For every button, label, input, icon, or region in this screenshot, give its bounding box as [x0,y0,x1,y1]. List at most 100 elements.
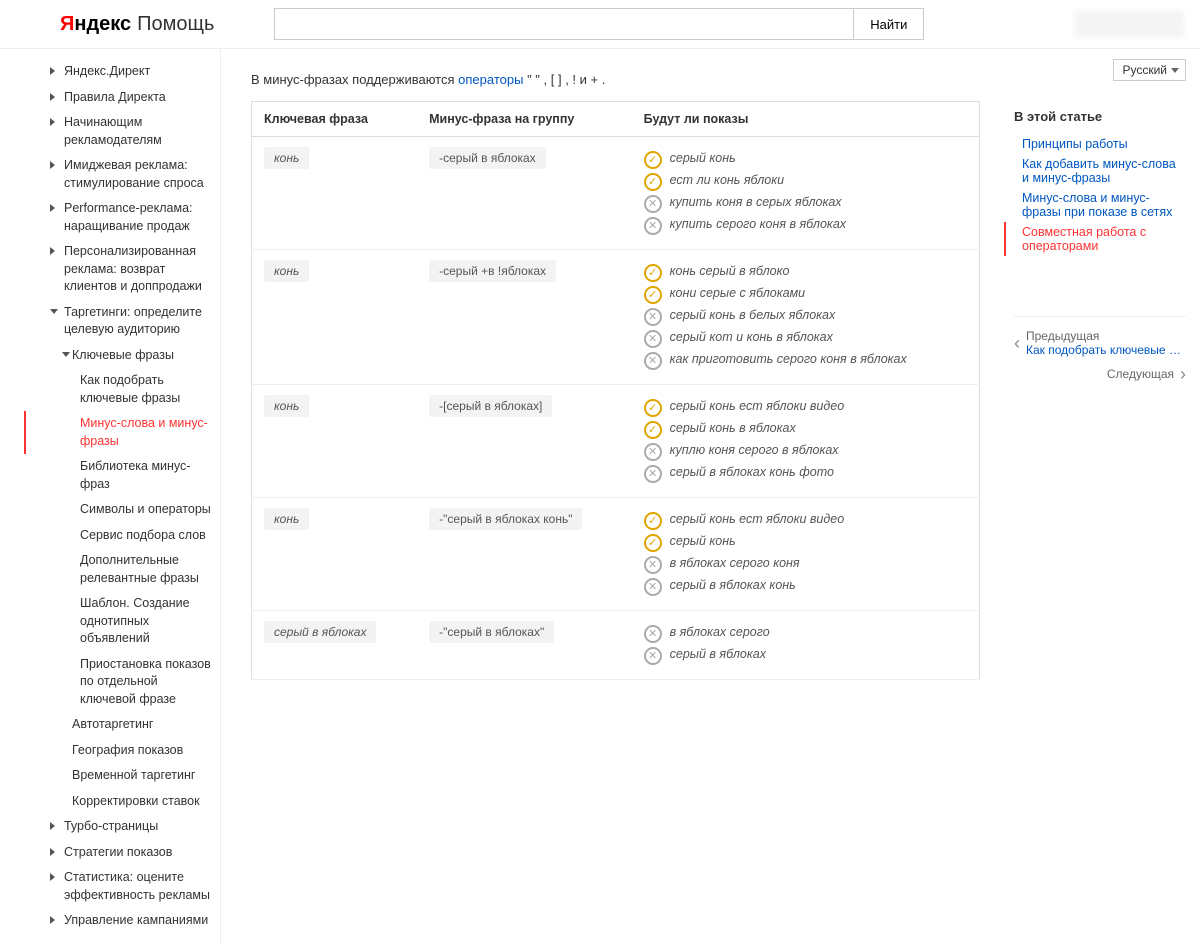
operators-link[interactable]: операторы [458,72,523,87]
result-line: ✓ серый конь [644,151,967,169]
result-line: ✕серый в яблоках [644,647,967,665]
table-header: Ключевая фраза [252,102,418,137]
sidebar-item[interactable]: Как подобрать ключевые фразы [74,368,220,411]
check-icon: ✓ [644,264,662,282]
sidebar-item[interactable]: Управление кампаниями [50,908,220,934]
sidebar-item[interactable]: Автотаргетинг [62,712,220,738]
minus-phrase-pill: -[серый в яблоках] [429,395,552,417]
sidebar-item[interactable]: Минус-слова и минус-фразы [74,411,220,454]
search-button[interactable]: Найти [854,8,924,40]
logo[interactable]: ЯндексПомощь [60,13,214,36]
header: ЯндексПомощь Найти [0,0,1200,49]
toc-link[interactable]: Как добавить минус-слова и минус-фразы [1014,154,1186,188]
check-icon: ✓ [644,286,662,304]
result-text: в яблоках серого [670,625,770,639]
sidebar-item[interactable]: Временной таргетинг [62,763,220,789]
pager: ‹ Предыдущая Как подобрать ключевые ф… С… [1014,316,1186,387]
table-row: конь-серый +в !яблоках✓конь серый в ябло… [252,250,980,385]
sidebar-item[interactable]: Дополнительные релевантные фразы [74,548,220,591]
operators-table: Ключевая фразаМинус-фраза на группуБудут… [251,101,980,680]
cross-icon: ✕ [644,308,662,326]
keyword-pill: конь [264,260,309,282]
result-line: ✕купить коня в серых яблоках [644,195,967,213]
sidebar-item[interactable]: Турбо-страницы [50,814,220,840]
sidebar-item[interactable]: Сервис подбора слов [74,523,220,549]
toc-title: В этой статье [1014,109,1186,124]
toc-link[interactable]: Минус-слова и минус-фразы при показе в с… [1014,188,1186,222]
result-text: конь серый в яблоко [670,264,790,278]
result-text: серый конь [670,534,736,548]
intro-suffix: " " , [ ] , ! и + . [523,72,605,87]
sidebar-item[interactable]: Шаблон. Создание однотипных объявлений [74,591,220,652]
result-text: купить коня в серых яблоках [670,195,842,209]
search-input[interactable] [274,8,854,40]
result-text: серый конь в яблоках [670,421,796,435]
table-row: серый в яблоках-"серый в яблоках"✕в ябло… [252,611,980,680]
sidebar-item[interactable]: Ключевые фразы [62,343,220,369]
result-line: ✓ серый конь [644,534,967,552]
intro-text: В минус-фразах поддерживаются операторы … [251,72,980,87]
minus-phrase-pill: -"серый в яблоках" [429,621,554,643]
result-line: ✓ серый конь ест яблоки видео [644,399,967,417]
check-icon: ✓ [644,151,662,169]
table-header: Будут ли показы [632,102,980,137]
result-text: ест ли конь яблоки [670,173,785,187]
sidebar-item[interactable]: Имиджевая реклама: стимулирование спроса [50,153,220,196]
result-text: серый в яблоках конь фото [670,465,834,479]
sidebar-item[interactable]: Таргетинги: определите целевую аудиторию [50,300,220,343]
logo-brand: ндекс [74,13,131,35]
result-text: серый конь ест яблоки видео [670,512,845,526]
user-avatar[interactable] [1074,10,1184,38]
result-text: серый конь [670,151,736,165]
check-icon: ✓ [644,421,662,439]
cross-icon: ✕ [644,556,662,574]
search: Найти [274,8,924,40]
sidebar-item[interactable]: Символы и операторы [74,497,220,523]
result-line: ✓ серый конь в яблоках [644,421,967,439]
sidebar-item[interactable]: Персонализированная реклама: возврат кли… [50,239,220,300]
sidebar-item[interactable]: Начинающим рекламодателям [50,110,220,153]
language-select[interactable]: Русский [1113,59,1186,81]
keyword-pill: конь [264,147,309,169]
check-icon: ✓ [644,534,662,552]
result-line: ✕ серый в яблоках конь фото [644,465,967,483]
result-text: как приготовить серого коня в яблоках [670,352,907,366]
keyword-pill: конь [264,395,309,417]
sidebar-item[interactable]: Статистика: оцените эффективность реклам… [50,865,220,908]
cross-icon: ✕ [644,352,662,370]
next-label: Следующая [1107,367,1174,381]
result-line: ✓ серый конь ест яблоки видео [644,512,967,530]
result-line: ✕купить серого коня в яблоках [644,217,967,235]
result-line: ✓ кони серые с яблоками [644,286,967,304]
result-text: серый конь ест яблоки видео [670,399,845,413]
table-row: конь-серый в яблоках✓серый конь✓ест ли к… [252,137,980,250]
prev-title: Как подобрать ключевые ф… [1026,343,1186,357]
check-icon: ✓ [644,399,662,417]
table-row: конь-"серый в яблоках конь"✓серый конь е… [252,498,980,611]
check-icon: ✓ [644,512,662,530]
cross-icon: ✕ [644,465,662,483]
sidebar-item[interactable]: Яндекс.Директ [50,59,220,85]
toc: Принципы работыКак добавить минус-слова … [1014,134,1186,256]
result-text: серый в яблоках конь [670,578,796,592]
toc-link[interactable]: Принципы работы [1014,134,1186,154]
check-icon: ✓ [644,173,662,191]
sidebar-item[interactable]: Стратегии показов [50,840,220,866]
toc-link[interactable]: Совместная работа с операторами [1004,222,1186,256]
sidebar-item[interactable]: Правила Директа [50,85,220,111]
result-text: серый кот и конь в яблоках [670,330,833,344]
sidebar-item[interactable]: Библиотека минус-фраз [74,454,220,497]
sidebar-item[interactable]: Приостановка показов по отдельной ключев… [74,652,220,713]
cross-icon: ✕ [644,217,662,235]
sidebar-item[interactable]: География показов [62,738,220,764]
result-text: серый в яблоках [670,647,766,661]
result-line: ✕серый в яблоках конь [644,578,967,596]
language-value: Русский [1122,63,1167,77]
result-text: куплю коня серого в яблоках [670,443,839,457]
prev-link[interactable]: ‹ Предыдущая Как подобрать ключевые ф… [1014,325,1186,361]
next-link[interactable]: Следующая › [1014,361,1186,387]
sidebar-item[interactable]: Performance-реклама: наращивание продаж [50,196,220,239]
result-text: серый конь в белых яблоках [670,308,836,322]
sidebar-item[interactable]: Корректировки ставок [62,789,220,815]
result-text: кони серые с яблоками [670,286,805,300]
